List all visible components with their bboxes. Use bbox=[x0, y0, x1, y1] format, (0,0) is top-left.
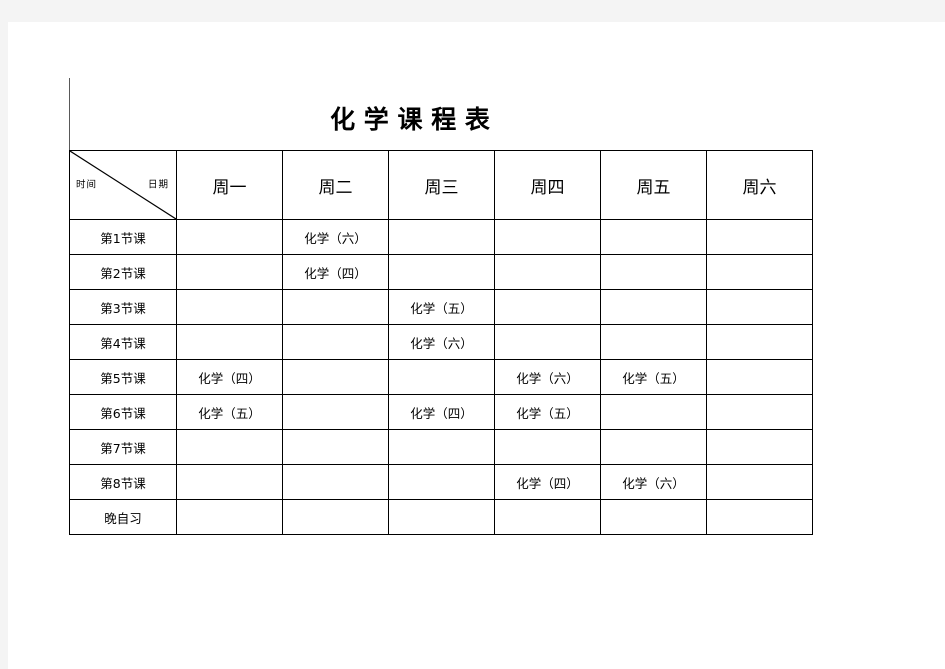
schedule-cell bbox=[494, 289, 601, 325]
day-header-tuesday: 周二 bbox=[282, 150, 389, 220]
schedule-cell bbox=[176, 464, 283, 500]
day-header-saturday: 周六 bbox=[706, 150, 813, 220]
table-row: 第1节课 化学（六） bbox=[69, 219, 813, 255]
day-header-wednesday: 周三 bbox=[388, 150, 495, 220]
table-header-row: 时间 日期 周一 周二 周三 周四 周五 周六 bbox=[69, 150, 813, 220]
schedule-cell bbox=[706, 359, 813, 395]
document-page: 化 学 课 程 表 时间 日期 周一 周二 周三 周四 周五 周六 第1节课 化… bbox=[8, 22, 945, 669]
schedule-cell bbox=[706, 254, 813, 290]
schedule-cell: 化学（五） bbox=[600, 359, 707, 395]
schedule-cell bbox=[600, 254, 707, 290]
table-row: 第7节课 bbox=[69, 429, 813, 465]
schedule-cell bbox=[388, 219, 495, 255]
schedule-cell: 化学（五） bbox=[494, 394, 601, 430]
schedule-cell bbox=[282, 359, 389, 395]
schedule-cell bbox=[494, 219, 601, 255]
corner-inner: 时间 日期 bbox=[70, 151, 176, 219]
schedule-cell bbox=[600, 429, 707, 465]
schedule-cell bbox=[388, 499, 495, 535]
schedule-cell bbox=[600, 324, 707, 360]
left-margin-rule bbox=[69, 78, 70, 150]
schedule-cell bbox=[600, 499, 707, 535]
schedule-cell bbox=[600, 289, 707, 325]
schedule-cell: 化学（六） bbox=[494, 359, 601, 395]
schedule-cell bbox=[176, 324, 283, 360]
schedule-cell bbox=[388, 254, 495, 290]
corner-header-cell: 时间 日期 bbox=[69, 150, 177, 220]
schedule-cell bbox=[282, 324, 389, 360]
schedule-cell bbox=[706, 394, 813, 430]
schedule-cell: 化学（四） bbox=[176, 359, 283, 395]
schedule-cell bbox=[282, 289, 389, 325]
day-header-friday: 周五 bbox=[600, 150, 707, 220]
period-label: 第5节课 bbox=[69, 359, 177, 395]
schedule-cell bbox=[494, 324, 601, 360]
schedule-cell bbox=[176, 254, 283, 290]
course-schedule-table: 时间 日期 周一 周二 周三 周四 周五 周六 第1节课 化学（六） 第2节课 … bbox=[69, 150, 813, 535]
schedule-cell bbox=[600, 394, 707, 430]
table-row: 第5节课 化学（四） 化学（六） 化学（五） bbox=[69, 359, 813, 395]
period-label: 第4节课 bbox=[69, 324, 177, 360]
schedule-cell bbox=[282, 394, 389, 430]
schedule-cell bbox=[176, 499, 283, 535]
schedule-cell: 化学（四） bbox=[282, 254, 389, 290]
period-label: 第6节课 bbox=[69, 394, 177, 430]
day-header-thursday: 周四 bbox=[494, 150, 601, 220]
schedule-cell: 化学（五） bbox=[176, 394, 283, 430]
schedule-cell bbox=[282, 464, 389, 500]
schedule-cell bbox=[176, 429, 283, 465]
table-row: 第8节课 化学（四） 化学（六） bbox=[69, 464, 813, 500]
schedule-cell bbox=[494, 254, 601, 290]
schedule-cell: 化学（六） bbox=[282, 219, 389, 255]
schedule-cell bbox=[706, 464, 813, 500]
schedule-cell bbox=[706, 324, 813, 360]
period-label: 第3节课 bbox=[69, 289, 177, 325]
period-label: 第8节课 bbox=[69, 464, 177, 500]
schedule-cell bbox=[600, 219, 707, 255]
schedule-cell: 化学（四） bbox=[494, 464, 601, 500]
table-row: 第4节课 化学（六） bbox=[69, 324, 813, 360]
schedule-cell bbox=[706, 219, 813, 255]
schedule-cell bbox=[494, 429, 601, 465]
schedule-cell bbox=[494, 499, 601, 535]
schedule-cell bbox=[388, 429, 495, 465]
page-title: 化 学 课 程 表 bbox=[330, 105, 490, 134]
schedule-cell: 化学（四） bbox=[388, 394, 495, 430]
schedule-cell bbox=[176, 289, 283, 325]
period-label: 第1节课 bbox=[69, 219, 177, 255]
period-label: 晚自习 bbox=[69, 499, 177, 535]
period-label: 第7节课 bbox=[69, 429, 177, 465]
schedule-cell bbox=[706, 499, 813, 535]
schedule-body: 时间 日期 周一 周二 周三 周四 周五 周六 第1节课 化学（六） 第2节课 … bbox=[69, 150, 813, 535]
schedule-cell: 化学（六） bbox=[388, 324, 495, 360]
schedule-cell bbox=[706, 429, 813, 465]
schedule-cell: 化学（五） bbox=[388, 289, 495, 325]
corner-time-label: 时间 bbox=[76, 179, 98, 191]
table-row: 第3节课 化学（五） bbox=[69, 289, 813, 325]
table-row: 第2节课 化学（四） bbox=[69, 254, 813, 290]
period-label: 第2节课 bbox=[69, 254, 177, 290]
corner-date-label: 日期 bbox=[147, 179, 169, 191]
schedule-cell bbox=[388, 359, 495, 395]
day-header-monday: 周一 bbox=[176, 150, 283, 220]
schedule-cell bbox=[282, 429, 389, 465]
schedule-cell bbox=[388, 464, 495, 500]
schedule-cell bbox=[282, 499, 389, 535]
schedule-cell: 化学（六） bbox=[600, 464, 707, 500]
schedule-cell bbox=[706, 289, 813, 325]
table-row: 晚自习 bbox=[69, 499, 813, 535]
schedule-cell bbox=[176, 219, 283, 255]
table-row: 第6节课 化学（五） 化学（四） 化学（五） bbox=[69, 394, 813, 430]
